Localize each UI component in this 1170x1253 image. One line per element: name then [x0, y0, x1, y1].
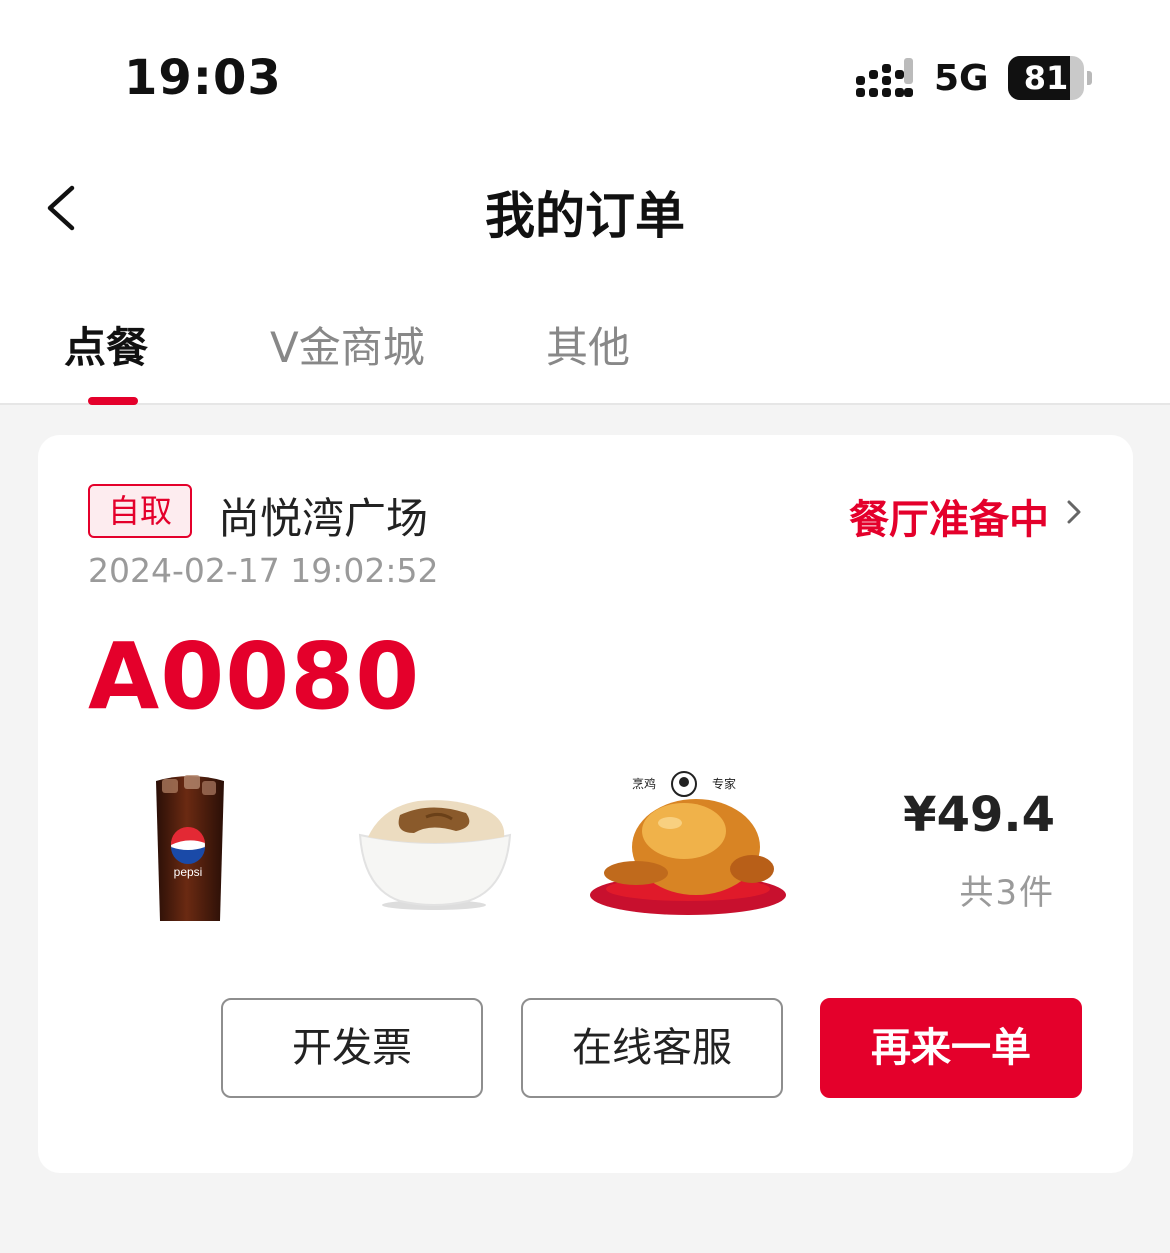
- order-card[interactable]: 自取 尚悦湾广场 餐厅准备中 2024-02-17 19:02:52 A0080…: [38, 435, 1133, 1173]
- pepsi-cola-image: pepsi: [156, 775, 224, 921]
- order-price: ¥49.4: [903, 787, 1055, 843]
- reorder-button[interactable]: 再来一单: [820, 998, 1082, 1098]
- pickup-code: A0080: [88, 623, 421, 730]
- order-status[interactable]: 餐厅准备中: [849, 487, 1049, 545]
- tab-v-gold-mall[interactable]: V金商城: [270, 314, 425, 375]
- chevron-right-icon[interactable]: [1065, 498, 1083, 526]
- status-time: 19:03: [124, 50, 282, 106]
- svg-text:专家: 专家: [712, 776, 736, 791]
- battery-level: 81: [1023, 59, 1069, 97]
- page-title: 我的订单: [485, 187, 685, 245]
- item-count: 共3件: [959, 873, 1055, 913]
- svg-text:pepsi: pepsi: [174, 865, 203, 879]
- order-datetime: 2024-02-17 19:02:52: [88, 551, 439, 590]
- customer-service-button[interactable]: 在线客服: [521, 998, 783, 1098]
- mashed-potato-image: [358, 800, 512, 910]
- pickup-badge: 自取: [88, 484, 192, 538]
- battery-icon: 81: [1008, 56, 1092, 100]
- invoice-button[interactable]: 开发票: [221, 998, 483, 1098]
- network-type: 5G: [934, 58, 989, 99]
- active-tab-indicator: [88, 397, 138, 405]
- signal-strength-icon: [856, 58, 913, 97]
- roast-chicken-image: 烹鸡 专家: [590, 771, 786, 915]
- store-name: 尚悦湾广场: [218, 494, 429, 543]
- svg-text:烹鸡: 烹鸡: [632, 776, 656, 791]
- tab-others[interactable]: 其他: [546, 314, 630, 375]
- tab-ordering[interactable]: 点餐: [64, 314, 148, 375]
